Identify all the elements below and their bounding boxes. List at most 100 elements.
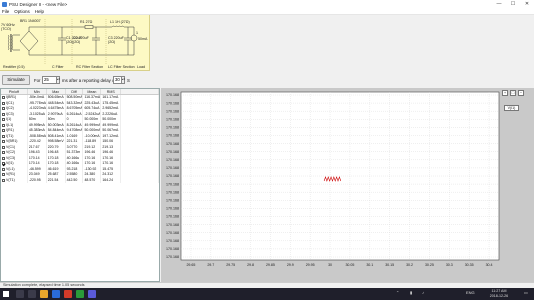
close-button[interactable]: ✕ [520,0,534,8]
search-icon[interactable] [16,290,24,298]
network-icon[interactable]: ▮ [410,290,412,295]
plot-checkbox[interactable] [2,145,5,149]
x-tick-label: 30.15 [385,263,394,267]
section-rc-filter-label: RC Filter Section [76,65,103,69]
menu-options[interactable]: Options [14,9,30,14]
x-tick-label: 30.35 [465,263,474,267]
signal-name: V(T1) [6,177,15,182]
x-tick-label: 30.25 [425,263,434,267]
menu-file[interactable]: File [2,9,9,14]
system-clock[interactable]: 11:27 AM 2018-12-26 [484,289,514,298]
title-bar: PSU Designer II - <new File> — ☐ ✕ [0,0,534,8]
pin-cell: V(T1) [1,177,28,183]
y-tick-label: 170.168 [166,199,179,203]
app-icon [2,1,7,7]
maximize-button[interactable]: ☐ [506,0,520,8]
y-tick-label: 170.168 [166,207,179,211]
plot-checkbox[interactable] [2,156,5,160]
task-view-icon[interactable] [28,290,36,298]
app-green-icon[interactable] [76,290,84,298]
source-tco-label: (TCO) [1,27,11,31]
resistor-label: R1 27Ω [80,20,93,24]
plot-checkbox[interactable] [2,173,5,177]
table-row[interactable]: V(T1) -220.95 221.54 442.50 48.570 164.24 [1,177,159,183]
app-red-icon[interactable] [64,290,72,298]
plot-checkbox[interactable] [2,96,5,100]
load-current-label: 50mA [138,37,148,41]
language-indicator[interactable]: ENG [466,290,475,295]
zoom-fit-icon[interactable]: □ [510,90,516,96]
waveform-chart[interactable]: 29.65 29.7 29.75 29.8 29.85 29.9 29.95 30 30.05 3… [161,88,534,282]
section-load-label: Load [137,65,145,69]
start-button-icon[interactable] [3,291,9,297]
psu-designer-taskbar-icon[interactable] [88,290,96,298]
zoom-in-icon[interactable]: + [502,90,508,96]
col-header-max[interactable]: Max [47,89,66,94]
simulation-toolbar: Simulate For 25 ▴▾ ms after a reporting … [0,72,160,88]
col-header-min[interactable]: Min [28,89,47,94]
y-tick-label: 170.168 [166,134,179,138]
window-title: PSU Designer II - <new File> [9,1,68,7]
clock-date: 2018-12-26 [489,293,509,298]
plot-checkbox[interactable] [2,112,5,116]
schematic-svg: BR1 1N4007 7V 60Hz (TCO) R1 27Ω L1 1H (2… [1,19,148,69]
plot-checkbox[interactable] [2,118,5,122]
x-tick-label: 29.85 [266,263,275,267]
bridge-label: BR1 1N4007 [20,19,41,23]
y-tick-label: 170.168 [166,150,179,154]
col-header-rms[interactable]: RMS [101,89,122,94]
y-tick-label: 170.168 [166,118,179,122]
x-tick-label: 30.05 [345,263,354,267]
file-explorer-icon[interactable] [40,290,48,298]
table-body: I(BR1) -50e-0mA 506.65mA 508.50mA 116.37mA 16… [1,95,159,183]
y-tick-label: 170.168 [166,255,179,259]
x-tick-label: 30.1 [366,263,373,267]
y-tick-label: 170.168 [166,126,179,130]
plot-checkbox[interactable] [2,178,5,182]
plot-checkbox[interactable] [2,151,5,155]
col-header-pin[interactable]: Pin/off [1,89,28,94]
simulate-button[interactable]: Simulate [2,75,30,85]
y-tick-label: 170.168 [166,182,179,186]
menu-help[interactable]: Help [35,9,44,14]
plot-checkbox[interactable] [2,101,5,105]
plot-checkbox[interactable] [2,129,5,133]
y-tick-label: 170.168 [166,166,179,170]
results-table: Pin/off Min Max Diff Mean RMS I(BR1) -50e… [0,88,160,282]
plot-checkbox[interactable] [2,123,5,127]
x-tick-label: 30 [328,263,332,267]
x-tick-label: 30.4 [486,263,493,267]
tray-chevron-icon[interactable]: ⌃ [396,290,399,295]
plot-checkbox[interactable] [2,162,5,166]
y-tick-label: 170.168 [166,215,179,219]
y-tick-label: 170.168 [166,93,179,97]
volume-icon[interactable]: ♪ [422,290,424,295]
menu-bar: File Options Help [0,8,534,15]
edge-browser-icon[interactable] [52,290,60,298]
section-c-filter-label: C Filter [52,65,64,69]
duration-input[interactable]: 25 [42,76,57,84]
plot-checkbox[interactable] [2,167,5,171]
y-tick-label: 170.168 [166,109,179,113]
delay-input[interactable]: 30 [113,76,122,84]
plot-checkbox[interactable] [2,134,5,138]
window-controls: — ☐ ✕ [492,0,534,8]
duration-spinner[interactable]: ▴▾ [57,76,60,84]
plot-checkbox[interactable] [2,140,5,144]
col-header-diff[interactable]: Diff [66,89,84,94]
minimize-button[interactable]: — [492,0,506,8]
c2-esr-label: (2Ω) [73,40,80,44]
schematic-diagram: BR1 1N4007 7V 60Hz (TCO) R1 27Ω L1 1H (2… [0,15,150,71]
x-tick-label: 30.2 [406,263,413,267]
x-tick-label: 29.8 [247,263,254,267]
notifications-icon[interactable]: ▭ [524,290,528,295]
series-select-button[interactable]: V(I1) [504,105,519,111]
x-tick-label: 29.75 [226,263,235,267]
plot-checkbox[interactable] [2,107,5,111]
zoom-out-icon[interactable]: − [518,90,524,96]
waveform-chart-panel: 29.65 29.7 29.75 29.8 29.85 29.9 29.95 30 30.05 3… [161,88,534,282]
col-header-mean[interactable]: Mean [83,89,102,94]
windows-taskbar: ⌃ ▮ ♪ ENG 11:27 AM 2018-12-26 ▭ [0,288,534,300]
delay-spinner[interactable]: ▴▾ [122,76,125,84]
reporting-delay-label: after a reporting delay of [69,78,116,83]
